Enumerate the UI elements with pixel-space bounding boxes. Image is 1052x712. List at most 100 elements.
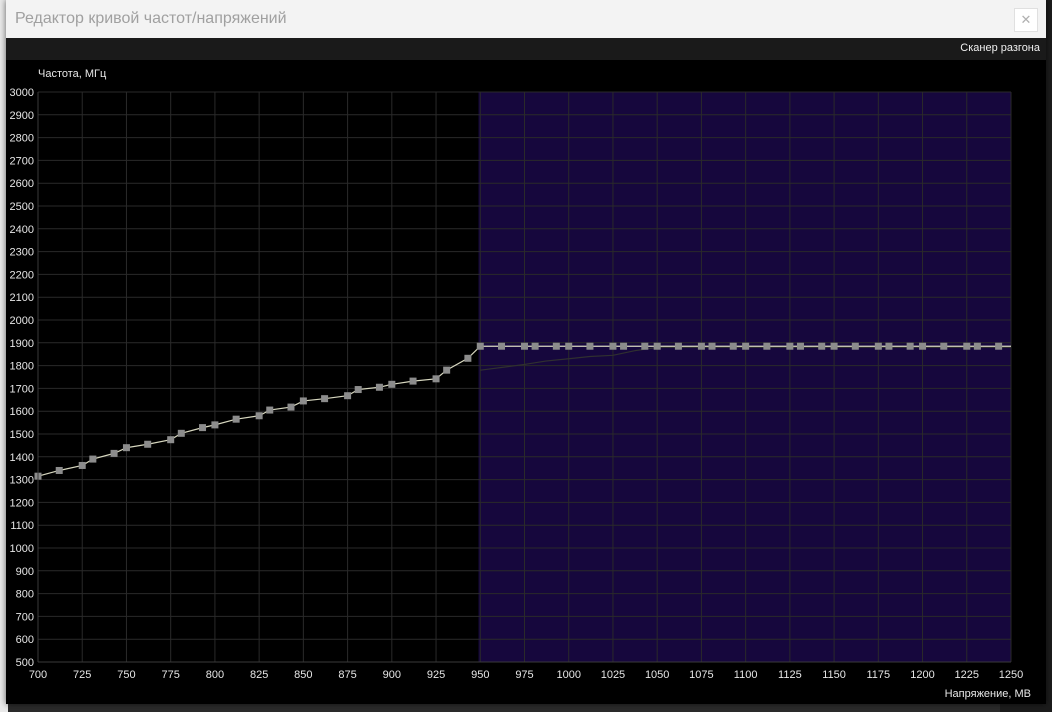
curve-point[interactable] xyxy=(354,386,362,394)
curve-point[interactable] xyxy=(995,342,1003,350)
y-tick-label: 700 xyxy=(16,611,34,623)
y-tick-label: 2200 xyxy=(10,269,34,281)
curve-point[interactable] xyxy=(167,436,175,444)
curve-point[interactable] xyxy=(830,342,838,350)
close-button[interactable]: ✕ xyxy=(1014,8,1038,32)
title-bar[interactable]: Редактор кривой частот/напряжений ✕ xyxy=(6,0,1046,38)
y-tick-label: 1800 xyxy=(10,361,34,373)
curve-point[interactable] xyxy=(498,342,506,350)
y-tick-label: 1100 xyxy=(10,520,34,532)
vf-curve-chart[interactable]: Частота, МГц Напряжение, МВ 700 725 750 775… xyxy=(6,60,1046,704)
curve-point[interactable] xyxy=(763,342,771,350)
curve-point[interactable] xyxy=(199,424,207,432)
curve-point[interactable] xyxy=(641,342,649,350)
curve-point[interactable] xyxy=(344,392,352,400)
y-tick-label: 1200 xyxy=(10,497,34,509)
curve-point[interactable] xyxy=(432,375,440,383)
x-tick-label: 1050 xyxy=(645,669,669,681)
y-tick-label: 2600 xyxy=(10,178,34,190)
curve-point[interactable] xyxy=(851,342,859,350)
curve-point[interactable] xyxy=(321,395,329,403)
x-tick-label: 700 xyxy=(29,669,47,681)
curve-point[interactable] xyxy=(552,342,560,350)
curve-point[interactable] xyxy=(963,342,971,350)
y-tick-label: 1600 xyxy=(10,406,34,418)
x-tick-label: 1075 xyxy=(689,669,713,681)
curve-point[interactable] xyxy=(464,354,472,362)
curve-point[interactable] xyxy=(531,342,539,350)
curve-point[interactable] xyxy=(786,342,794,350)
x-tick-label: 875 xyxy=(338,669,356,681)
curve-point[interactable] xyxy=(674,342,682,350)
curve-point[interactable] xyxy=(299,397,307,405)
toolbar: Сканер разгона xyxy=(6,38,1046,61)
curve-point[interactable] xyxy=(409,377,417,385)
y-tick-label: 1300 xyxy=(10,475,34,487)
x-tick-label: 1150 xyxy=(822,669,846,681)
x-tick-label: 975 xyxy=(515,669,533,681)
curve-point[interactable] xyxy=(266,406,274,414)
oc-scanner-button[interactable]: Сканер разгона xyxy=(960,42,1040,54)
curve-point[interactable] xyxy=(940,342,948,350)
x-tick-label: 1200 xyxy=(910,669,934,681)
x-tick-label: 1100 xyxy=(734,669,758,681)
curve-point[interactable] xyxy=(110,449,118,457)
curve-point[interactable] xyxy=(620,342,628,350)
curve-point[interactable] xyxy=(742,342,750,350)
curve-point[interactable] xyxy=(521,342,528,350)
y-tick-label: 1900 xyxy=(10,338,34,350)
x-tick-label: 800 xyxy=(206,669,224,681)
curve-point[interactable] xyxy=(177,429,185,437)
x-tick-label: 1175 xyxy=(866,669,890,681)
y-tick-label: 1000 xyxy=(10,543,34,555)
curve-point[interactable] xyxy=(906,342,914,350)
curve-point[interactable] xyxy=(211,421,219,429)
y-tick-label: 2800 xyxy=(10,133,34,145)
window-title: Редактор кривой частот/напряжений xyxy=(15,10,287,27)
x-tick-label: 1000 xyxy=(556,669,580,681)
x-tick-label: 1025 xyxy=(601,669,625,681)
curve-point[interactable] xyxy=(144,440,152,448)
curve-point[interactable] xyxy=(476,342,484,350)
curve-point[interactable] xyxy=(122,444,130,452)
y-tick-label: 1700 xyxy=(10,383,34,395)
y-tick-label: 2500 xyxy=(10,201,34,213)
curve-point[interactable] xyxy=(818,342,826,350)
curve-point[interactable] xyxy=(697,342,705,350)
x-tick-label: 1250 xyxy=(999,669,1023,681)
curve-point[interactable] xyxy=(55,466,63,474)
y-tick-label: 500 xyxy=(16,657,34,669)
curve-point[interactable] xyxy=(919,342,927,350)
curve-point[interactable] xyxy=(388,380,396,388)
curve-point[interactable] xyxy=(565,342,573,350)
curve-point[interactable] xyxy=(885,342,893,350)
curve-point[interactable] xyxy=(287,403,295,411)
curve-point[interactable] xyxy=(586,342,594,350)
x-tick-label: 1225 xyxy=(955,669,979,681)
y-tick-label: 1400 xyxy=(10,452,34,464)
curve-point[interactable] xyxy=(796,342,804,350)
curve-point[interactable] xyxy=(443,366,451,374)
y-tick-label: 900 xyxy=(16,566,34,578)
curve-point[interactable] xyxy=(874,342,882,350)
chart-canvas[interactable]: 700 725 750 775 800 825 850 875 900 925 950 975 1000… xyxy=(6,60,1046,704)
curve-point[interactable] xyxy=(708,342,716,350)
x-tick-label: 900 xyxy=(383,669,401,681)
curve-point[interactable] xyxy=(973,342,981,350)
y-tick-label: 2900 xyxy=(10,110,34,122)
x-tick-label: 850 xyxy=(294,669,312,681)
curve-point[interactable] xyxy=(375,383,383,391)
x-tick-label: 925 xyxy=(427,669,445,681)
y-tick-label: 2300 xyxy=(10,247,34,259)
curve-point[interactable] xyxy=(255,412,263,420)
curve-point[interactable] xyxy=(89,455,97,463)
curve-point[interactable] xyxy=(78,461,86,469)
curve-point[interactable] xyxy=(232,415,240,423)
y-tick-label: 2000 xyxy=(10,315,34,327)
x-tick-label: 1125 xyxy=(778,669,802,681)
curve-point[interactable] xyxy=(653,342,661,350)
x-tick-label: 750 xyxy=(117,669,135,681)
curve-point[interactable] xyxy=(609,342,617,350)
curve-point[interactable] xyxy=(729,342,737,350)
y-tick-label: 3000 xyxy=(10,87,34,99)
